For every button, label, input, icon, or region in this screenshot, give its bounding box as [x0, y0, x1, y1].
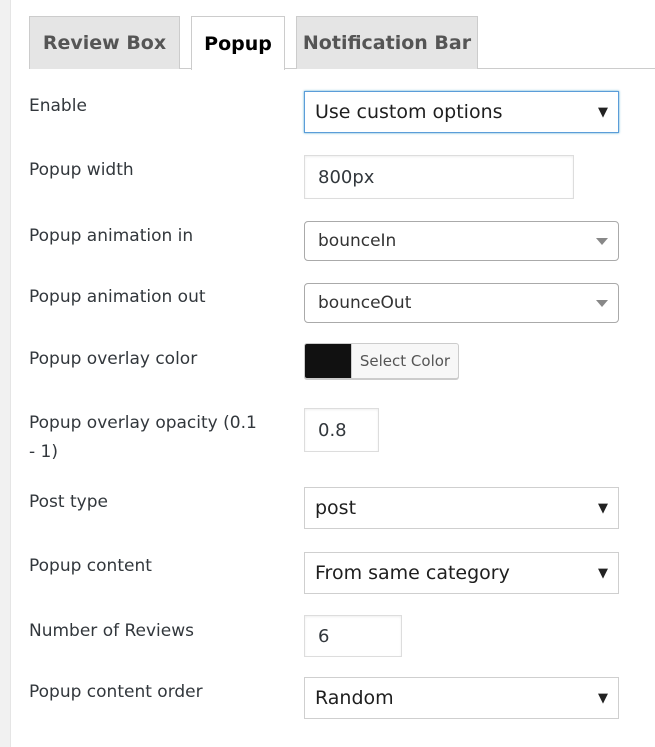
post-type-select[interactable]: post ▼	[304, 487, 619, 529]
animation-out-value: bounceOut	[318, 293, 412, 313]
enable-select[interactable]: Use custom options ▼	[304, 91, 619, 133]
enable-label: Enable	[29, 96, 87, 116]
popup-width-value: 800px	[318, 166, 375, 188]
tab-notification-bar[interactable]: Notification Bar	[296, 16, 478, 69]
post-type-label: Post type	[29, 492, 108, 512]
color-swatch	[305, 344, 352, 378]
overlay-opacity-label: Popup overlay opacity (0.1 - 1)	[29, 413, 257, 462]
number-of-reviews-label: Number of Reviews	[29, 621, 194, 641]
tab-review-box[interactable]: Review Box	[29, 16, 180, 69]
enable-select-value: Use custom options	[315, 101, 503, 123]
animation-out-select[interactable]: bounceOut	[304, 283, 619, 323]
chevron-down-icon: ▼	[598, 690, 608, 706]
content-order-label: Popup content order	[29, 682, 203, 702]
popup-content-select[interactable]: From same category ▼	[304, 552, 619, 594]
post-type-value: post	[315, 497, 357, 519]
popup-content-value: From same category	[315, 562, 510, 584]
tab-popup[interactable]: Popup	[191, 16, 285, 70]
overlay-color-label: Popup overlay color	[29, 349, 198, 369]
popup-width-label: Popup width	[29, 160, 134, 180]
animation-in-label: Popup animation in	[29, 226, 194, 246]
triangle-down-icon	[596, 299, 608, 307]
triangle-down-icon	[596, 237, 608, 245]
number-of-reviews-value: 6	[318, 625, 330, 647]
chevron-down-icon: ▼	[598, 500, 608, 516]
overlay-opacity-input[interactable]: 0.8	[304, 408, 379, 452]
content-order-value: Random	[315, 687, 394, 709]
overlay-opacity-value: 0.8	[318, 419, 347, 441]
chevron-down-icon: ▼	[598, 565, 608, 581]
overlay-color-picker[interactable]: Select Color	[304, 343, 459, 379]
number-of-reviews-input[interactable]: 6	[304, 615, 402, 657]
settings-panel: Review Box Popup Notification Bar Enable…	[10, 0, 655, 747]
animation-in-select[interactable]: bounceIn	[304, 221, 619, 261]
popup-width-input[interactable]: 800px	[304, 155, 574, 199]
animation-out-label: Popup animation out	[29, 287, 206, 307]
popup-content-label: Popup content	[29, 556, 152, 576]
tab-bar: Review Box Popup Notification Bar	[29, 16, 655, 70]
animation-in-value: bounceIn	[318, 231, 397, 251]
select-color-button[interactable]: Select Color	[352, 344, 458, 378]
chevron-down-icon: ▼	[598, 104, 608, 120]
content-order-select[interactable]: Random ▼	[304, 677, 619, 719]
